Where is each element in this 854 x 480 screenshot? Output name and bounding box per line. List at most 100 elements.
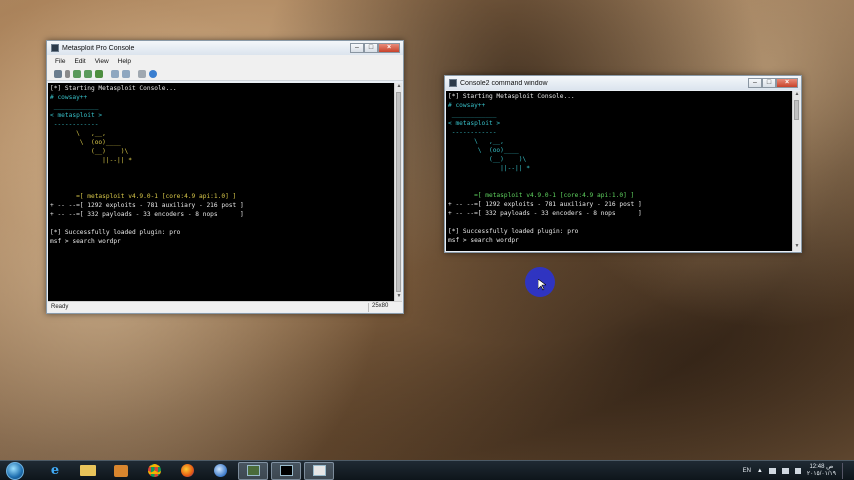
- tray-arrow-icon[interactable]: ▲: [757, 468, 763, 474]
- time: 12:48: [809, 463, 825, 470]
- console-line: < metasploit >: [448, 120, 501, 127]
- scroll-down-icon[interactable]: ▼: [395, 293, 403, 301]
- status-bar: Ready 25x80: [48, 301, 402, 312]
- console-output[interactable]: [*] Starting Metasploit Console... # cows…: [446, 91, 792, 251]
- status-text: Ready: [51, 304, 69, 310]
- tab-arrow-icon[interactable]: [65, 69, 70, 78]
- vertical-scrollbar[interactable]: ▲ ▼: [394, 83, 402, 301]
- console-line: \ (oo)____: [448, 147, 519, 154]
- console-line: ------------: [448, 129, 497, 136]
- show-desktop-button[interactable]: [842, 462, 848, 479]
- volume-icon[interactable]: [781, 467, 789, 474]
- window-titlebar[interactable]: Metasploit Pro Console – □ ×: [47, 41, 403, 55]
- app-icon: [51, 44, 59, 52]
- scroll-down-icon[interactable]: ▼: [793, 243, 801, 251]
- explorer-folder-icon[interactable]: [73, 462, 103, 480]
- mouse-pointer-icon: [538, 279, 546, 291]
- network-icon[interactable]: [768, 467, 776, 474]
- window-title: Metasploit Pro Console: [62, 44, 135, 52]
- console-line: [*] Successfully loaded plugin: pro: [448, 228, 579, 235]
- console-line: ------------: [50, 121, 99, 128]
- system-tray: EN ▲ ص 12:48 ٢٠١٥/٠١/١٩: [743, 462, 854, 479]
- console-output[interactable]: [*] Starting Metasploit Console... # cows…: [48, 83, 394, 301]
- console-line: # cowsay++: [448, 102, 486, 109]
- console-line: msf > search wordpr: [448, 237, 519, 244]
- metasploit-pro-console-window[interactable]: Metasploit Pro Console – □ × File Edit V…: [46, 40, 404, 314]
- flag-icon[interactable]: [794, 467, 801, 474]
- minimize-button[interactable]: –: [350, 42, 364, 53]
- forward-icon[interactable]: [84, 69, 92, 78]
- console-line: + -- --=[ 332 payloads - 33 encoders - 8…: [448, 210, 642, 217]
- new-tab-icon[interactable]: [54, 69, 62, 78]
- console-line: < metasploit >: [50, 112, 103, 119]
- back-icon[interactable]: [73, 69, 81, 78]
- console-line: \ ,__,: [50, 130, 106, 137]
- taskbar: e EN ▲ ص 12:48 ٢٠١٥/٠١/١٩: [0, 460, 854, 480]
- console-line: # cowsay++: [50, 94, 88, 101]
- menu-help[interactable]: Help: [118, 58, 131, 65]
- console-line: ____________: [448, 111, 497, 118]
- media-player-icon[interactable]: [106, 462, 136, 480]
- minimize-button[interactable]: –: [748, 77, 762, 88]
- console-line: msf > search wordpr: [50, 238, 121, 245]
- window-titlebar[interactable]: Console2 command window – □ ×: [445, 76, 801, 90]
- console-size: 25x80: [368, 302, 402, 312]
- scroll-up-icon[interactable]: ▲: [793, 91, 801, 99]
- thunderbird-icon[interactable]: [205, 462, 235, 480]
- console-line: (__) )\: [448, 156, 527, 163]
- date: ٢٠١٥/٠١/١٩: [806, 470, 836, 477]
- console-line: ||--|| *: [50, 157, 132, 164]
- console-line: + -- --=[ 1292 exploits - 781 auxiliary …: [448, 201, 642, 208]
- console-line: [*] Starting Metasploit Console...: [448, 93, 575, 100]
- console-line: =[ metasploit v4.9.0-1 [core:4.9 api:1.0…: [448, 192, 635, 199]
- window-icon[interactable]: [304, 461, 334, 480]
- console2-command-window[interactable]: Console2 command window – □ × [*] Starti…: [444, 75, 802, 253]
- console-line: \ ,__,: [448, 138, 504, 145]
- toolbar: [47, 67, 403, 81]
- settings-icon[interactable]: [138, 69, 146, 78]
- close-button[interactable]: ×: [776, 77, 798, 88]
- chrome-icon[interactable]: [139, 462, 169, 480]
- scroll-thumb[interactable]: [794, 100, 799, 120]
- firefox-icon[interactable]: [172, 462, 202, 480]
- refresh-icon[interactable]: [95, 69, 103, 78]
- console-line: ||--|| *: [448, 165, 530, 172]
- scroll-up-icon[interactable]: ▲: [395, 83, 403, 91]
- close-button[interactable]: ×: [378, 42, 400, 53]
- console-line: =[ metasploit v4.9.0-1 [core:4.9 api:1.0…: [50, 193, 237, 200]
- language-indicator[interactable]: EN: [743, 468, 751, 474]
- menu-file[interactable]: File: [55, 58, 65, 65]
- windows-start-icon[interactable]: [6, 461, 24, 480]
- ie-icon[interactable]: e: [40, 462, 70, 480]
- clock[interactable]: ص 12:48 ٢٠١٥/٠١/١٩: [807, 464, 836, 478]
- help-icon[interactable]: [149, 69, 157, 78]
- window-title: Console2 command window: [460, 79, 548, 87]
- console-line: + -- --=[ 332 payloads - 33 encoders - 8…: [50, 211, 244, 218]
- console-line: [*] Successfully loaded plugin: pro: [50, 229, 181, 236]
- app-icon: [449, 79, 457, 87]
- copy-icon[interactable]: [111, 69, 119, 78]
- maximize-button[interactable]: □: [364, 42, 378, 53]
- console-line: \ (oo)____: [50, 139, 121, 146]
- console-line: + -- --=[ 1292 exploits - 781 auxiliary …: [50, 202, 244, 209]
- maximize-button[interactable]: □: [762, 77, 776, 88]
- menu-edit[interactable]: Edit: [74, 58, 85, 65]
- paste-icon[interactable]: [122, 69, 130, 78]
- terminal-icon[interactable]: [271, 461, 301, 480]
- time-ampm: ص: [826, 463, 834, 470]
- console-line: (__) )\: [50, 148, 129, 155]
- scroll-thumb[interactable]: [396, 92, 401, 292]
- menu-bar: File Edit View Help: [47, 55, 403, 67]
- menu-view[interactable]: View: [95, 58, 109, 65]
- vertical-scrollbar[interactable]: ▲ ▼: [792, 91, 800, 251]
- console-line: [*] Starting Metasploit Console...: [50, 85, 177, 92]
- console-line: ____________: [50, 103, 99, 110]
- console-icon[interactable]: [238, 461, 268, 480]
